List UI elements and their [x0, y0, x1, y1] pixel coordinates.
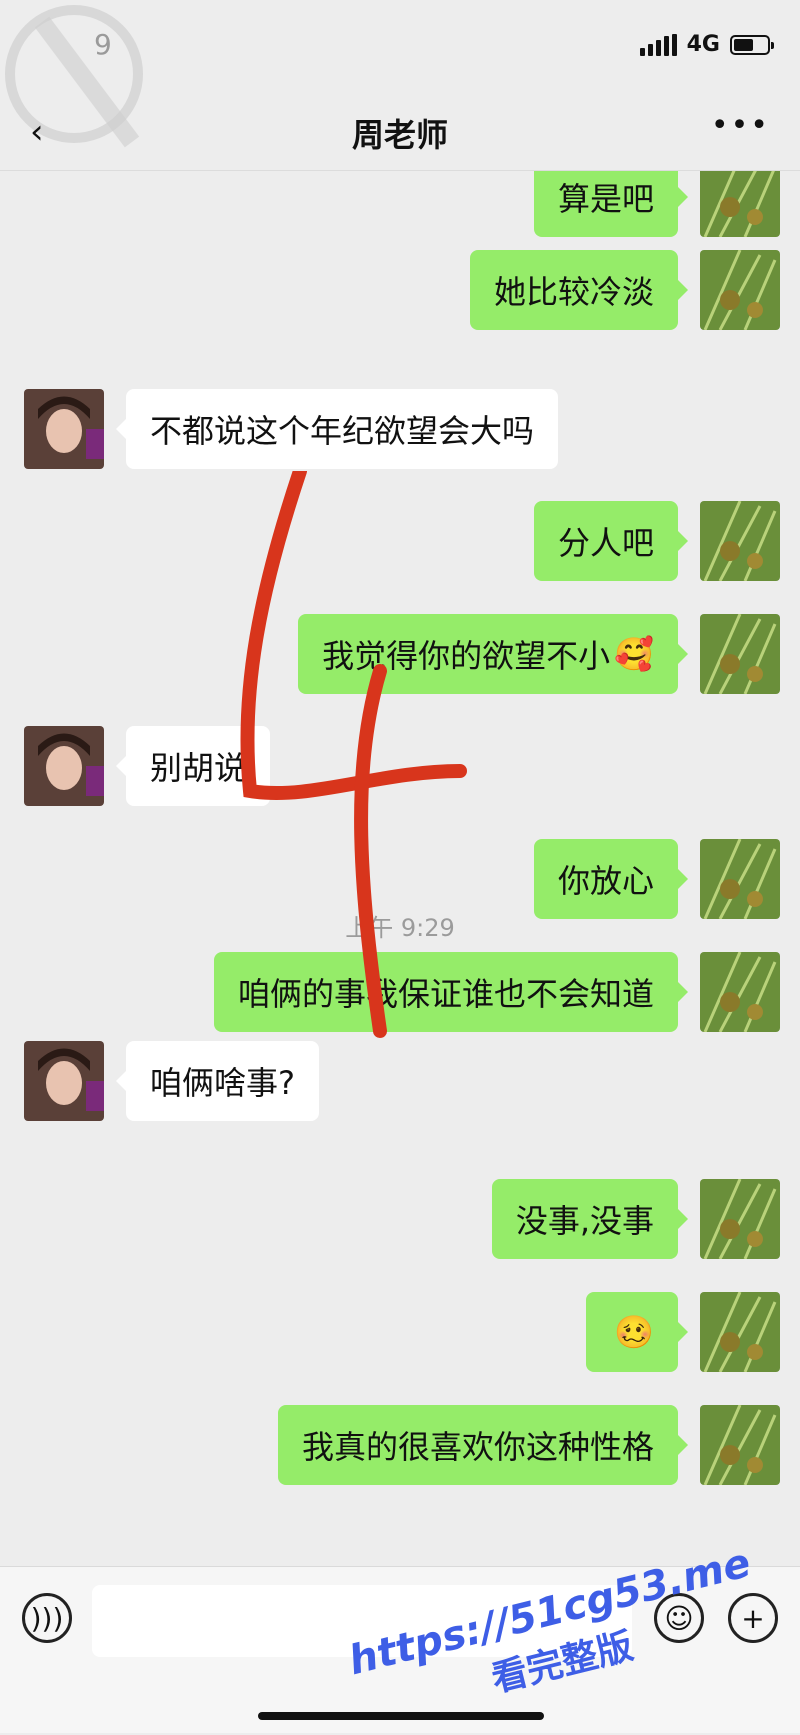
message-outgoing[interactable]: 没事,没事 — [491, 1179, 780, 1259]
home-indicator — [258, 1712, 544, 1720]
avatar-self[interactable] — [700, 1179, 780, 1259]
chat-title: 周老师 — [351, 116, 448, 154]
message-outgoing[interactable]: 她比较冷淡 — [469, 250, 780, 330]
avatar-self[interactable] — [700, 250, 780, 330]
message-outgoing[interactable]: 分人吧 — [533, 501, 780, 581]
message-incoming[interactable]: 不都说这个年纪欲望会大吗 — [24, 389, 559, 469]
handwritten-annotation — [240, 471, 467, 1038]
avatar-self[interactable] — [700, 952, 780, 1032]
avatar-self[interactable] — [700, 1405, 780, 1485]
message-outgoing[interactable]: 🥴 — [586, 1292, 780, 1372]
message-bubble[interactable]: 她比较冷淡 — [469, 250, 689, 330]
message-bubble[interactable]: 没事,没事 — [491, 1179, 689, 1259]
signal-icon — [639, 33, 677, 56]
avatar-self[interactable] — [700, 501, 780, 581]
network-label: 4G — [686, 32, 720, 57]
message-bubble[interactable]: 不都说这个年纪欲望会大吗 — [115, 389, 559, 469]
status-bar: 9 4G — [0, 0, 800, 148]
message-bubble[interactable]: 分人吧 — [533, 501, 689, 581]
message-bubble[interactable]: 你放心 — [533, 839, 689, 919]
message-outgoing[interactable]: 算是吧 — [533, 171, 780, 237]
battery-icon — [730, 34, 774, 55]
message-bubble[interactable]: 我真的很喜欢你这种性格 — [277, 1405, 689, 1485]
message-outgoing[interactable]: 你放心 — [533, 839, 780, 919]
avatar-self[interactable] — [700, 171, 780, 237]
avatar-contact[interactable] — [24, 389, 104, 469]
svg-text:9: 9 — [94, 28, 112, 61]
message-bubble[interactable]: 🥴 — [586, 1292, 688, 1372]
chat-header: ‹ 周老师 ••• — [0, 90, 800, 171]
avatar-self[interactable] — [700, 614, 780, 694]
chat-area[interactable]: 算是吧 她比较冷淡 不都说这个年纪欲望会大吗 分人吧 我觉得你的欲望不小 🥰 别胡… — [0, 171, 800, 1566]
avatar-contact[interactable] — [24, 1041, 104, 1121]
voice-icon[interactable]: ))) — [22, 1593, 72, 1643]
message-bubble[interactable]: 算是吧 — [533, 171, 689, 237]
avatar-self[interactable] — [700, 839, 780, 919]
message-outgoing[interactable]: 我真的很喜欢你这种性格 — [277, 1405, 780, 1485]
emoji-icon: 🥰 — [614, 635, 654, 673]
emoji-icon: 🥴 — [614, 1313, 654, 1351]
more-icon[interactable]: ••• — [711, 108, 770, 143]
avatar-self[interactable] — [700, 1292, 780, 1372]
avatar-contact[interactable] — [24, 726, 104, 806]
